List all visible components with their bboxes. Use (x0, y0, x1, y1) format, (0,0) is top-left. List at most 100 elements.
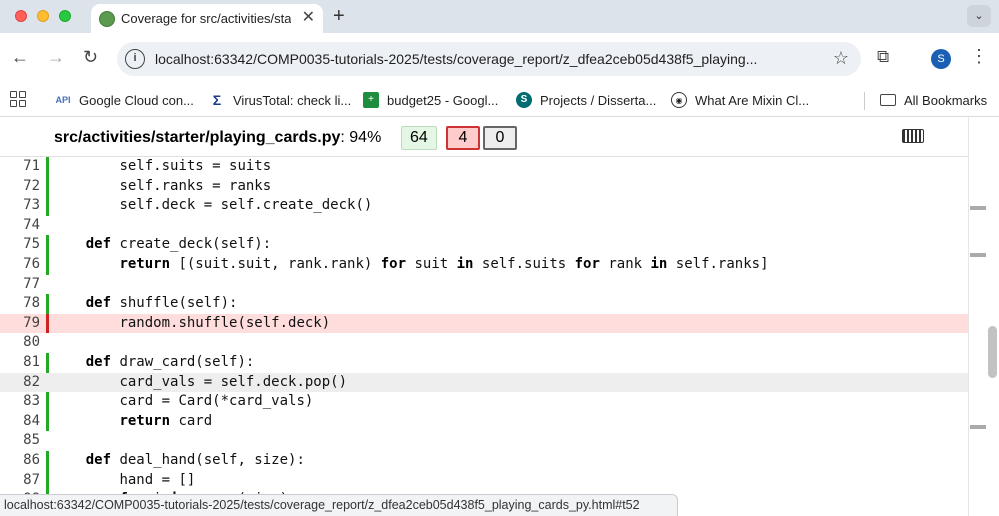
maximize-window-button[interactable] (59, 10, 71, 22)
bookmark-label: VirusTotal: check li... (233, 92, 352, 108)
coverage-marker (46, 254, 49, 275)
line-number[interactable]: 72 (0, 177, 40, 197)
code-token: draw_card(self): (111, 353, 255, 370)
code-line[interactable]: 78 def shuffle(self): (0, 294, 968, 314)
scroll-marker (970, 425, 986, 429)
line-number[interactable]: 80 (0, 333, 40, 353)
bookmark-label: Google Cloud con... (79, 92, 194, 108)
code-line[interactable]: 74 (0, 216, 968, 236)
code-line[interactable]: 87 hand = [] (0, 470, 968, 491)
code-line[interactable]: 79 random.shuffle(self.deck) (0, 313, 968, 334)
code-line[interactable]: 77 (0, 275, 968, 295)
run-count-button[interactable]: 64 (401, 126, 437, 150)
report-header: src/activities/starter/playing_cards.py:… (0, 117, 968, 157)
code-token: create_deck(self): (111, 236, 272, 253)
minimize-window-button[interactable] (37, 10, 49, 22)
bookmark-budget25[interactable]: + budget25 - Googl... (363, 89, 498, 111)
bookmarks-divider (864, 92, 865, 110)
line-number[interactable]: 82 (0, 373, 40, 393)
extensions-puzzle-icon[interactable]: ⧉ (877, 47, 889, 67)
line-number[interactable]: 76 (0, 255, 40, 275)
coverage-marker (46, 352, 49, 373)
keyword-token: def (85, 451, 112, 468)
line-number[interactable]: 77 (0, 275, 40, 295)
line-number[interactable]: 85 (0, 431, 40, 451)
line-number[interactable]: 73 (0, 196, 40, 216)
code-line[interactable]: 82 card_vals = self.deck.pop() (0, 372, 968, 393)
coverage-marker (46, 411, 49, 432)
bookmark-projects[interactable]: S Projects / Disserta... (516, 89, 656, 111)
code-token: card = Card(*card_vals) (119, 393, 314, 410)
coverage-marker (46, 157, 49, 177)
bookmark-mixin[interactable]: ◉ What Are Mixin Cl... (671, 89, 809, 111)
line-source: card_vals = self.deck.pop() (52, 373, 347, 393)
address-bar[interactable]: i localhost:63342/COMP0035-tutorials-202… (117, 42, 861, 76)
keyboard-icon[interactable] (902, 129, 924, 143)
code-line[interactable]: 85 (0, 431, 968, 451)
line-number[interactable]: 81 (0, 353, 40, 373)
code-line[interactable]: 86 def deal_hand(self, size): (0, 450, 968, 471)
line-number[interactable]: 83 (0, 392, 40, 412)
coverage-marker (46, 392, 49, 412)
profile-avatar[interactable]: S (931, 49, 951, 69)
all-bookmarks-button[interactable]: All Bookmarks (880, 89, 987, 111)
code-line[interactable]: 75 def create_deck(self): (0, 235, 968, 255)
python-icon: ◉ (671, 92, 687, 108)
bookmark-google-cloud[interactable]: API Google Cloud con... (55, 89, 194, 111)
scrollbar-thumb[interactable] (988, 326, 997, 378)
coverage-marker (46, 235, 49, 255)
scrollbar[interactable] (968, 117, 999, 516)
line-source: return [(suit.suit, rank.rank) for suit … (52, 255, 769, 275)
code-token: self.deck = self.create_deck() (119, 197, 373, 214)
code-line[interactable]: 71 self.suits = suits (0, 157, 968, 177)
code-line[interactable]: 72 self.ranks = ranks (0, 176, 968, 197)
line-number[interactable]: 71 (0, 157, 40, 177)
code-line[interactable]: 73 self.deck = self.create_deck() (0, 196, 968, 216)
code-line[interactable]: 80 (0, 333, 968, 353)
line-number[interactable]: 86 (0, 451, 40, 471)
active-tab[interactable]: Coverage for src/activities/starter/play… (91, 4, 323, 33)
excluded-count-button[interactable]: 0 (483, 126, 517, 150)
coverage-marker (46, 313, 49, 334)
url-text[interactable]: localhost:63342/COMP0035-tutorials-2025/… (155, 51, 757, 67)
code-line[interactable]: 76 return [(suit.suit, rank.rank) for su… (0, 254, 968, 275)
line-source: def draw_card(self): (52, 353, 255, 373)
menu-kebab-icon[interactable]: ⋮ (970, 46, 988, 66)
close-window-button[interactable] (15, 10, 27, 22)
line-source: self.ranks = ranks (52, 177, 271, 197)
browser-toolbar: ← → ↻ i localhost:63342/COMP0035-tutoria… (0, 33, 999, 83)
missing-count-button[interactable]: 4 (446, 126, 480, 150)
line-number[interactable]: 78 (0, 294, 40, 314)
line-number[interactable]: 75 (0, 235, 40, 255)
line-number[interactable]: 84 (0, 412, 40, 432)
line-number[interactable]: 74 (0, 216, 40, 236)
code-token: card_vals = self.deck.pop() (119, 373, 348, 390)
site-info-icon[interactable]: i (125, 49, 145, 69)
tab-close-icon[interactable]: ✕ (302, 8, 315, 28)
keyword-token: def (85, 236, 112, 253)
line-number[interactable]: 79 (0, 314, 40, 334)
forward-arrow-icon[interactable]: → (47, 47, 65, 67)
new-tab-button[interactable]: + (333, 5, 345, 27)
keyword-token: in (456, 255, 474, 272)
code-line[interactable]: 83 card = Card(*card_vals) (0, 392, 968, 412)
keyword-token: in (650, 255, 668, 272)
apps-grid-icon[interactable] (10, 91, 26, 107)
code-token: suit in self.suits for rank in self.rank… (406, 255, 769, 272)
bookmark-star-icon[interactable]: ☆ (833, 48, 849, 69)
reload-icon[interactable]: ↻ (83, 47, 98, 67)
tab-search-chevron-icon[interactable]: ⌄ (967, 5, 991, 27)
code-token: hand = [] (119, 471, 196, 488)
code-line[interactable]: 84 return card (0, 411, 968, 432)
back-arrow-icon[interactable]: ← (11, 47, 29, 67)
bookmark-label: Projects / Disserta... (540, 92, 657, 108)
line-number[interactable]: 87 (0, 471, 40, 491)
scroll-marker (970, 206, 986, 210)
bookmark-virustotal[interactable]: Σ VirusTotal: check li... (209, 89, 351, 111)
keyword-token: for (380, 255, 407, 272)
code-line[interactable]: 81 def draw_card(self): (0, 352, 968, 373)
